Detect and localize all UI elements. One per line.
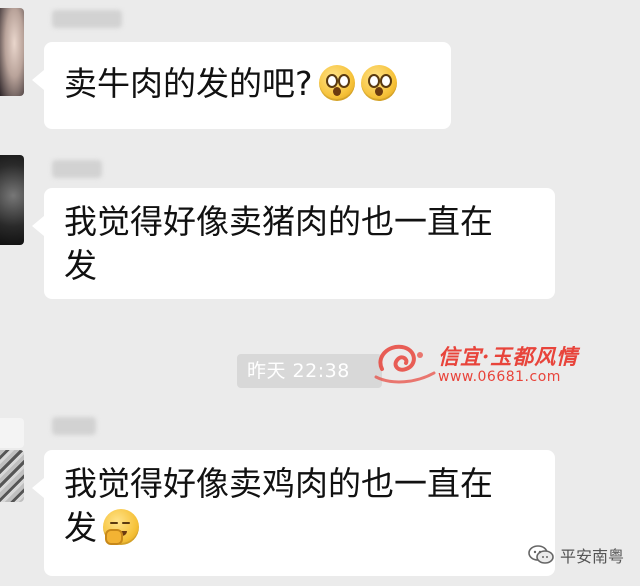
- wechat-icon: [528, 545, 554, 564]
- account-name: 平安南粤: [559, 547, 624, 566]
- chat-bubble[interactable]: 我觉得好像卖鸡肉的也一直在 发: [32, 450, 555, 576]
- avatar[interactable]: [0, 155, 24, 245]
- message-text-line: 发: [64, 246, 97, 285]
- chat-bubble[interactable]: 卖牛肉的发的吧?: [32, 42, 451, 129]
- account-watermark: 平安南粤: [528, 544, 624, 566]
- swirl-logo-icon: [374, 344, 436, 384]
- avatar[interactable]: [0, 450, 24, 502]
- message-text-line: 发: [64, 508, 97, 547]
- message-text: 卖牛肉的发的吧?: [64, 64, 313, 103]
- avatar-background: [0, 418, 24, 448]
- message-text-line: 我觉得好像卖鸡肉的也一直在: [64, 464, 493, 503]
- watermark-title: 信宜·玉都风情: [438, 344, 579, 369]
- watermark-logo: 信宜·玉都风情 www.06681.com: [372, 335, 592, 395]
- sender-name-blurred: [52, 10, 122, 28]
- sender-name-blurred: [52, 417, 96, 435]
- chat-bubble[interactable]: 我觉得好像卖猪肉的也一直在 发: [32, 188, 555, 299]
- astonished-emoji-icon: [318, 65, 355, 101]
- watermark-url: www.06681.com: [438, 369, 561, 385]
- sender-name-blurred: [52, 160, 102, 178]
- astonished-emoji-icon: [360, 65, 397, 101]
- timestamp-badge: 昨天 22:38: [237, 354, 382, 388]
- avatar[interactable]: [0, 8, 24, 96]
- message-text-line: 我觉得好像卖猪肉的也一直在: [64, 202, 493, 241]
- message-text-line-with-emoji: 发: [64, 506, 525, 550]
- shy-emoji-icon: [103, 509, 139, 545]
